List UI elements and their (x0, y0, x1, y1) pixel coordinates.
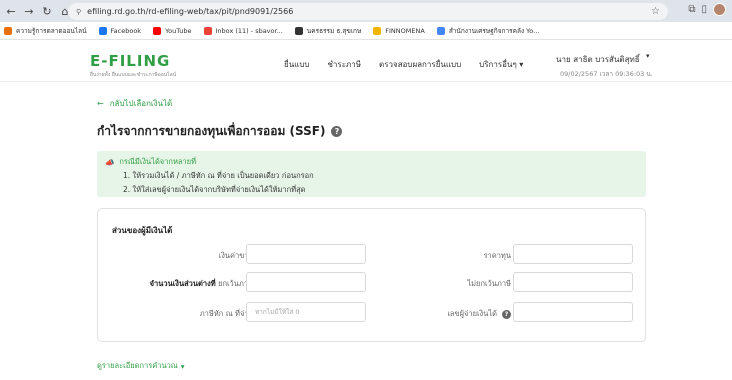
exempt-amount-input[interactable] (246, 272, 366, 292)
notice-line-2: 2. ให้ใส่เลขผู้จ่ายเงินได้จากบริษัทที่จ่… (123, 185, 306, 194)
bookmark-label: Inbox (11) - sbavor... (215, 26, 283, 35)
arrow-left-icon: ← (97, 99, 104, 108)
notice-line-1: 1. ให้รวมเงินได้ / ภาษีหัก ณ ที่จ่าย เป็… (123, 171, 314, 180)
reload-icon[interactable]: ↻ (38, 2, 56, 20)
site-info-icon[interactable]: ⚲ (76, 8, 81, 16)
multi-source-notice: 📣 กรณีมีเงินได้จากหลายที่ 1. ให้รวมเงินไ… (97, 151, 646, 197)
chevron-down-icon: ▾ (180, 361, 185, 371)
exempt-diff-label-bold: จำนวนเงินส่วนต่างที่ (149, 279, 216, 288)
back-to-income-link[interactable]: ← กลับไปเลือกเงินได้ (97, 97, 172, 110)
bookmark-item[interactable]: นครธรรม ธ.สุขเกษ (294, 26, 362, 36)
efiling-logo[interactable]: E-FILING ยื่นง่ายทั้ง ยื่นแบบและชำระภาษี… (90, 52, 176, 79)
bookmark-label: YouTube (165, 26, 192, 35)
menu-file-return[interactable]: ยื่นแบบ (284, 58, 309, 71)
withholding-input[interactable]: หากไม่มีให้ใส่ 0 (246, 302, 366, 322)
calculation-details-link[interactable]: ดูรายละเอียดการคำนวณ ▾ (97, 360, 185, 372)
payer-id-input[interactable] (513, 302, 633, 322)
sidepanel-icon[interactable]: ▯ (701, 4, 707, 15)
bookmark-star-icon[interactable]: ☆ (651, 6, 660, 17)
page-title: กำไรจากการขายกองทุนเพื่อการออม (SSF) ? (97, 122, 343, 141)
non-exempt-input[interactable] (513, 272, 633, 292)
url-text: efiling.rd.go.th/rd-efiling-web/tax/pit/… (87, 7, 294, 16)
bookmark-favicon-icon (98, 26, 107, 35)
extensions-icon[interactable]: ⧉ (688, 4, 695, 15)
bookmark-label: สำนักงานเศรษฐกิจการคลัง Yo... (448, 26, 540, 35)
logo-subtitle: ยื่นง่ายทั้ง ยื่นแบบและชำระภาษีออนไลน์ (90, 72, 177, 78)
section-title: ส่วนของผู้มีเงินได้ (112, 226, 173, 235)
payer-help-icon[interactable]: ? (502, 309, 511, 319)
logo-text: E-FILING (90, 52, 171, 70)
menu-pay-tax[interactable]: ชำระภาษี (327, 58, 361, 71)
cost-input[interactable] (513, 244, 633, 264)
bookmark-favicon-icon (4, 26, 12, 35)
bookmark-item[interactable]: Inbox (11) - sbavor... (203, 26, 283, 35)
notice-heading: กรณีมีเงินได้จากหลายที่ (119, 157, 197, 166)
cost-label: ราคาทุน (483, 251, 511, 260)
menu-other-label: บริการอื่นๆ (479, 60, 517, 69)
forward-arrow-icon[interactable]: → (20, 2, 38, 20)
bookmark-item[interactable]: Facebook (98, 26, 142, 35)
exempt-diff-label: จำนวนเงินส่วนต่างที่ ยกเว้นภาษี (150, 278, 253, 290)
address-bar[interactable]: ⚲ efiling.rd.go.th/rd-efiling-web/tax/pi… (68, 3, 668, 20)
bookmark-label: Facebook (110, 26, 142, 35)
calc-link-label: ดูรายละเอียดการคำนวณ (97, 361, 178, 370)
bookmark-favicon-icon (153, 26, 162, 35)
main-menu: ยื่นแบบ ชำระภาษี ตรวจสอบผลการยื่นแบบ บริ… (284, 58, 523, 71)
menu-other-services[interactable]: บริการอื่นๆ ▾ (479, 58, 523, 71)
browser-toolbar: ← → ↻ ⌂ ⚲ efiling.rd.go.th/rd-efiling-we… (0, 0, 732, 22)
income-form-card: ส่วนของผู้มีเงินได้ เงินค่าขาย ราคาทุน จ… (97, 208, 646, 342)
site-header: E-FILING ยื่นง่ายทั้ง ยื่นแบบและชำระภาษี… (0, 40, 732, 82)
bookmark-favicon-icon (373, 26, 382, 35)
bookmark-favicon-icon (436, 26, 445, 35)
back-arrow-icon[interactable]: ← (2, 2, 20, 20)
user-menu-caret-icon[interactable]: ▾ (646, 52, 650, 60)
bookmark-label: ความรู้การตลาดออนไลน์ (16, 26, 87, 35)
bookmark-item[interactable]: ความรู้การตลาดออนไลน์ (4, 26, 87, 36)
payer-id-label-wrap: เลขผู้จ่ายเงินได้ ? (447, 308, 511, 320)
non-exempt-label: ไม่ยกเว้นภาษี (467, 279, 511, 288)
sale-amount-input[interactable] (246, 244, 366, 264)
help-icon[interactable]: ? (331, 126, 343, 137)
user-name[interactable]: นาย สาธิต บวรสันติสุทธิ์ (556, 53, 640, 66)
bookmark-label: นครธรรม ธ.สุขเกษ (306, 26, 362, 35)
bookmark-item[interactable]: สำนักงานเศรษฐกิจการคลัง Yo... (436, 26, 540, 36)
withholding-label: ภาษีหัก ณ ที่จ่าย (199, 309, 253, 318)
payer-id-label: เลขผู้จ่ายเงินได้ (447, 309, 497, 318)
bookmark-label: FINNOMENA (385, 26, 425, 35)
back-link-label: กลับไปเลือกเงินได้ (109, 99, 173, 108)
bookmark-favicon-icon (294, 26, 303, 35)
bookmark-item[interactable]: FINNOMENA (373, 26, 425, 35)
bookmark-favicon-icon (203, 26, 212, 35)
withholding-placeholder: หากไม่มีให้ใส่ 0 (255, 308, 300, 316)
page-title-text: กำไรจากการขายกองทุนเพื่อการออม (SSF) (97, 124, 326, 138)
profile-avatar[interactable] (713, 3, 726, 16)
bookmark-item[interactable]: YouTube (153, 26, 192, 35)
login-time: 09/02/2567 เวลา 09:36:03 น. (560, 70, 653, 78)
menu-check-status[interactable]: ตรวจสอบผลการยื่นแบบ (379, 58, 461, 71)
bookmarks-bar: ความรู้การตลาดออนไลน์ Facebook YouTube Inbo… (0, 22, 732, 40)
megaphone-icon: 📣 (105, 157, 115, 167)
